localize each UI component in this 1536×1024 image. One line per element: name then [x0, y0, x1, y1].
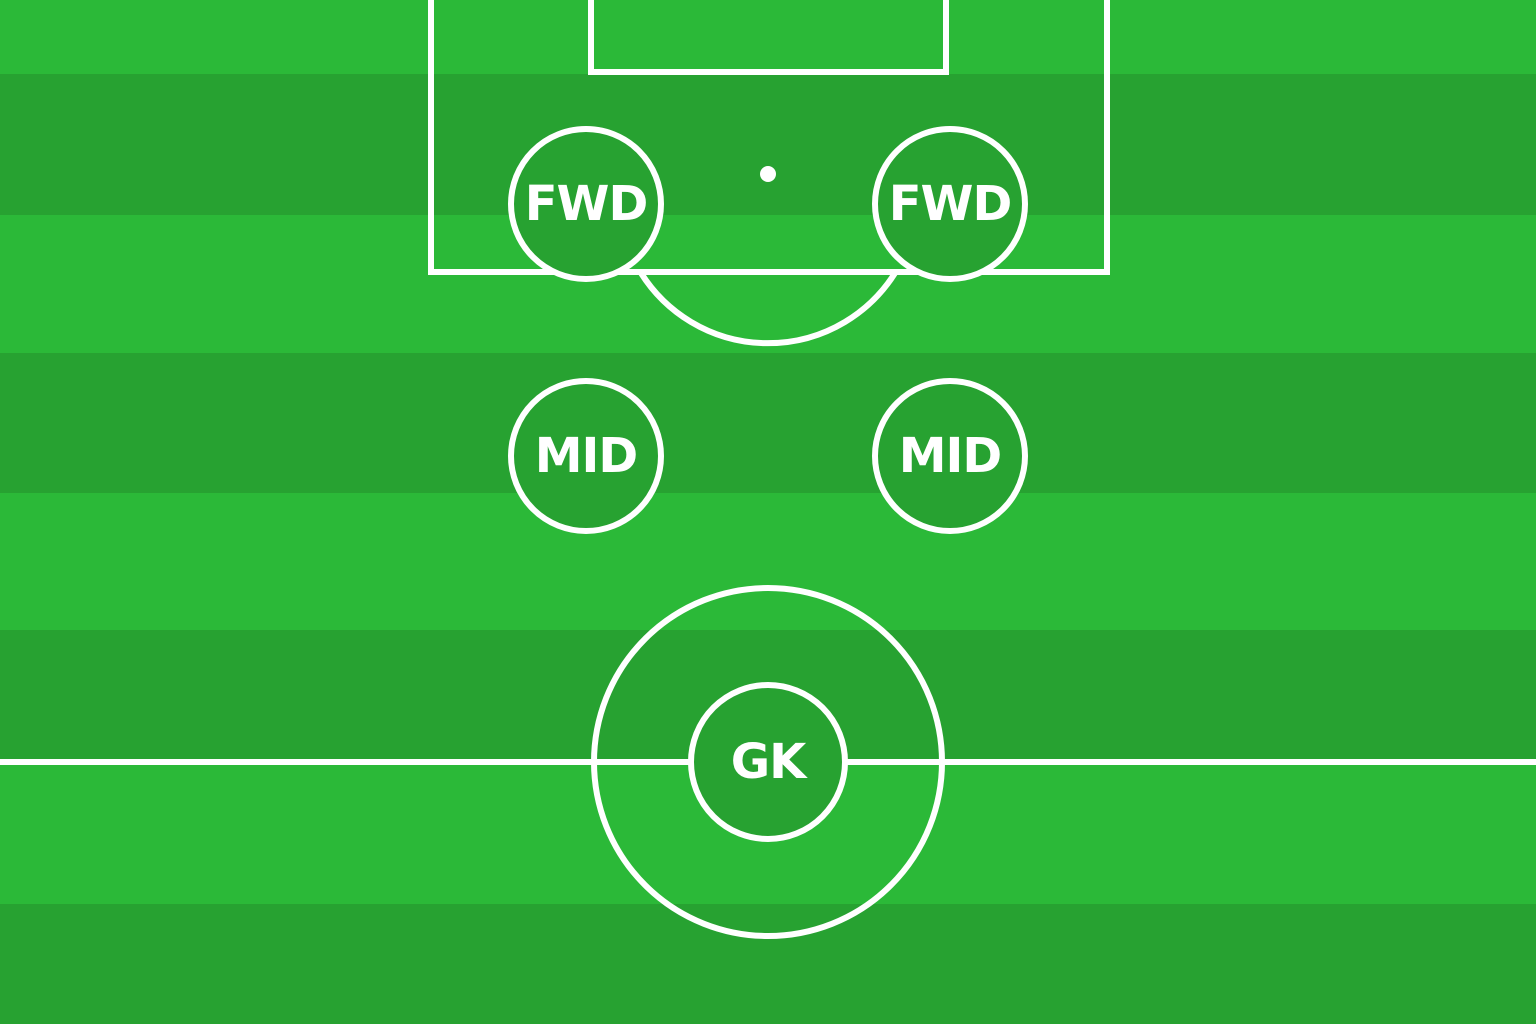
player-token-mid-right[interactable]: MID — [872, 378, 1028, 534]
player-position-label: MID — [899, 428, 1001, 484]
grass-stripe — [0, 904, 1536, 1024]
player-token-mid-left[interactable]: MID — [508, 378, 664, 534]
player-token-fwd-right[interactable]: FWD — [872, 126, 1028, 282]
grass-stripe — [0, 0, 1536, 74]
player-position-label: GK — [731, 734, 808, 790]
player-position-label: FWD — [525, 176, 648, 232]
grass-stripe — [0, 74, 1536, 215]
player-token-fwd-left[interactable]: FWD — [508, 126, 664, 282]
grass-stripe — [0, 493, 1536, 630]
player-token-gk[interactable]: GK — [688, 682, 848, 842]
soccer-pitch: FWD FWD MID MID GK — [0, 0, 1536, 1024]
grass-stripe — [0, 215, 1536, 353]
player-position-label: FWD — [889, 176, 1012, 232]
grass-stripes — [0, 0, 1536, 1024]
player-position-label: MID — [535, 428, 637, 484]
grass-stripe — [0, 353, 1536, 493]
penalty-spot — [760, 166, 776, 182]
